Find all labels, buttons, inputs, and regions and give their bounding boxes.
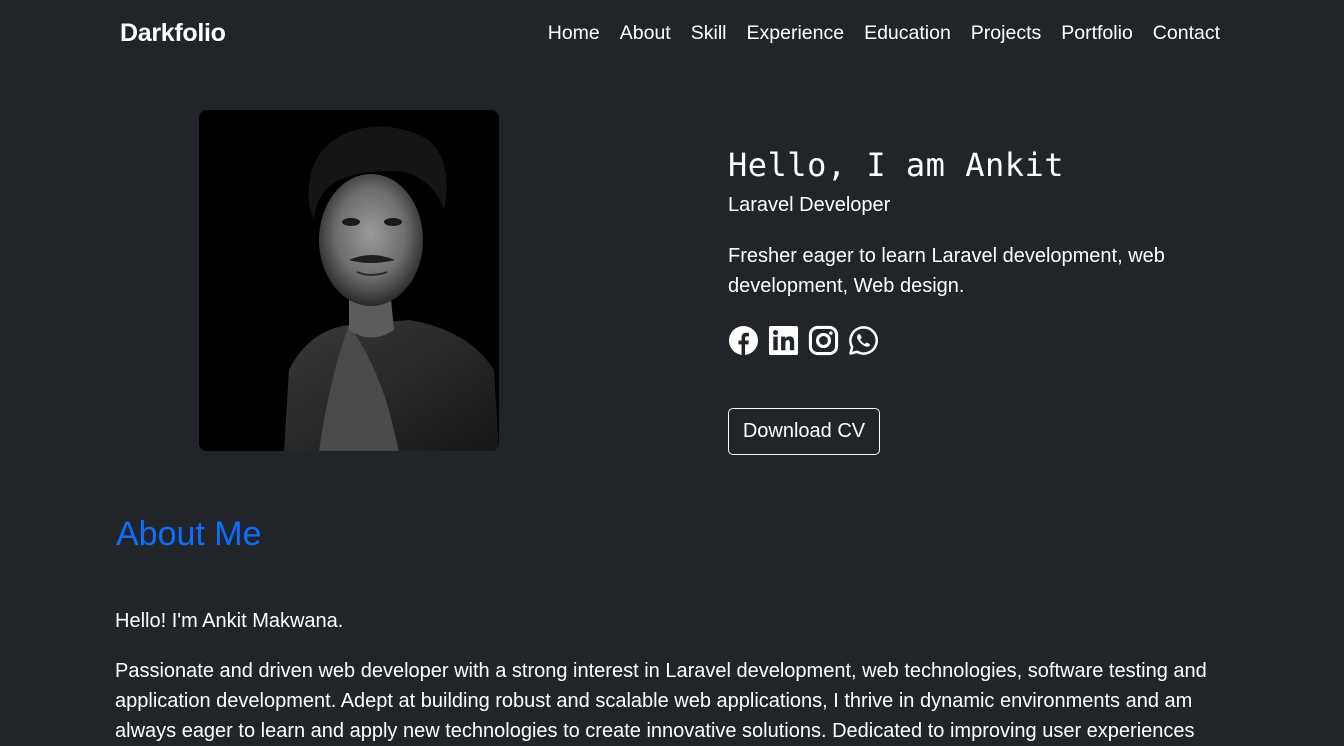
nav-link-contact[interactable]: Contact [1153, 22, 1220, 45]
hero-section: Hello, I am Ankit Laravel Developer Fres… [728, 146, 1228, 357]
instagram-icon[interactable] [808, 325, 839, 356]
profile-photo [199, 110, 499, 451]
about-hello: Hello! I'm Ankit Makwana. [115, 610, 344, 632]
about-heading: About Me [116, 515, 262, 553]
nav-link-skill[interactable]: Skill [691, 22, 727, 45]
about-body: Passionate and driven web developer with… [115, 660, 1207, 742]
brand-logo[interactable]: Darkfolio [120, 19, 226, 48]
nav-link-education[interactable]: Education [864, 22, 951, 45]
nav-link-experience[interactable]: Experience [747, 22, 845, 45]
nav-link-home[interactable]: Home [548, 22, 600, 45]
hero-role: Laravel Developer [728, 194, 891, 216]
hero-greeting: Hello, I am Ankit [728, 146, 1065, 184]
linkedin-icon[interactable] [768, 325, 799, 356]
nav-link-portfolio[interactable]: Portfolio [1061, 22, 1133, 45]
facebook-icon[interactable] [728, 325, 759, 356]
navbar: Darkfolio Home About Skill Experience Ed… [0, 0, 1344, 70]
whatsapp-icon[interactable] [848, 325, 879, 356]
nav-links: Home About Skill Experience Education Pr… [548, 22, 1220, 45]
hero-summary: Fresher eager to learn Laravel developme… [728, 245, 1165, 297]
social-links [728, 325, 1228, 357]
nav-link-about[interactable]: About [620, 22, 671, 45]
download-cv-button[interactable]: Download CV [728, 408, 880, 455]
nav-link-projects[interactable]: Projects [971, 22, 1041, 45]
